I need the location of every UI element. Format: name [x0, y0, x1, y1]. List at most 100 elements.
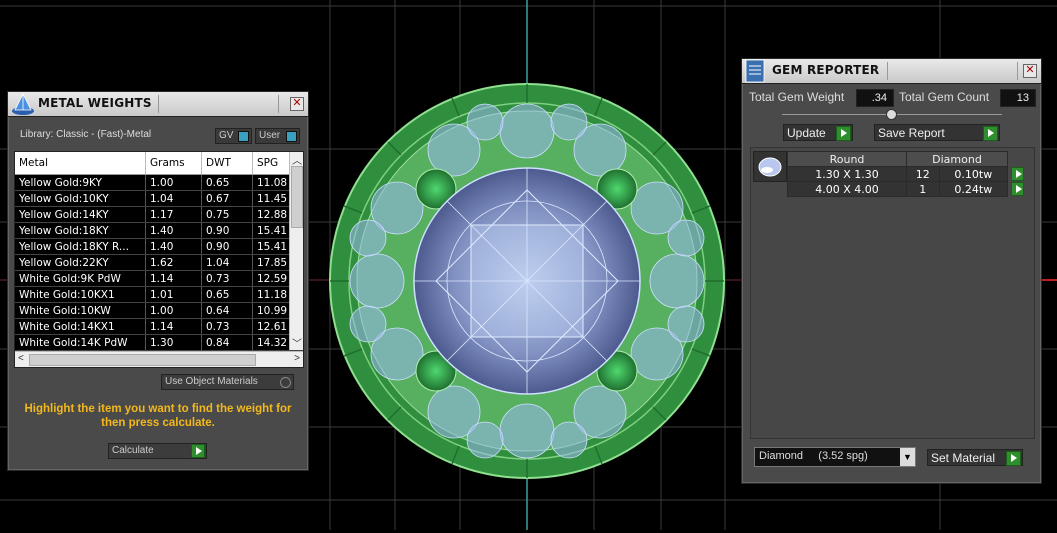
save-report-button[interactable]: Save Report: [874, 124, 1000, 141]
gem-row-action: [1008, 182, 1028, 197]
vertical-scroll-thumb[interactable]: [291, 166, 303, 228]
user-toggle-label: User: [259, 130, 281, 141]
metal-weights-hint: Highlight the item you want to find the …: [24, 403, 292, 429]
metal-table-header: Metal Grams DWT SPG: [15, 152, 303, 175]
table-row[interactable]: White Gold:10KW 1.00 0.64 10.99: [15, 302, 303, 319]
table-row[interactable]: Yellow Gold:18KY 1.40 0.90 15.41: [15, 222, 303, 239]
total-gem-weight-field: .34: [856, 89, 894, 107]
grams-cell: 1.30: [145, 334, 202, 351]
grams-cell: 1.04: [145, 190, 202, 207]
gem-material-select[interactable]: Diamond (3.52 spg) ▼: [754, 447, 916, 467]
total-gem-count-label: Total Gem Count: [899, 90, 990, 104]
dwt-cell: 0.65: [201, 174, 253, 191]
scroll-up-icon[interactable]: ︿: [292, 152, 302, 167]
play-icon: [191, 444, 205, 458]
use-object-materials-checkbox[interactable]: Use Object Materials: [161, 374, 294, 390]
metal-name-cell: Yellow Gold:9KY: [15, 174, 146, 191]
table-row[interactable]: Yellow Gold:22KY 1.62 1.04 17.85: [15, 254, 303, 271]
vertical-scrollbar[interactable]: ︿ ﹀: [289, 152, 303, 350]
gem-weight-cell: 0.24tw: [938, 181, 1009, 197]
set-material-button[interactable]: Set Material: [927, 449, 1023, 466]
metal-table: Metal Grams DWT SPG Yellow Gold:9KY 1.00 0…: [14, 151, 304, 368]
scroll-right-icon[interactable]: >: [294, 353, 300, 364]
column-header-grams[interactable]: Grams: [145, 152, 202, 175]
play-icon: [836, 126, 851, 141]
round-gem-thumbnail[interactable]: [753, 151, 787, 182]
library-label: Library: Classic - (Fast)-Metal: [20, 129, 152, 140]
metal-name-cell: Yellow Gold:18KY R...: [15, 238, 146, 255]
calculate-button[interactable]: Calculate: [108, 443, 207, 459]
dwt-cell: 0.64: [201, 302, 253, 319]
ring-model: [329, 83, 725, 479]
gv-toggle[interactable]: GV: [215, 128, 252, 144]
table-row[interactable]: Yellow Gold:10KY 1.04 0.67 11.45: [15, 190, 303, 207]
metal-weights-table: Metal Grams DWT SPG Yellow Gold:9KY 1.00 0…: [15, 152, 303, 351]
column-header-dwt[interactable]: DWT: [201, 152, 253, 175]
grams-cell: 1.01: [145, 286, 202, 303]
table-row[interactable]: Yellow Gold:9KY 1.00 0.65 11.08: [15, 174, 303, 191]
horizontal-scroll-thumb[interactable]: [29, 354, 256, 366]
metal-name-cell: Yellow Gold:22KY: [15, 254, 146, 271]
grams-cell: 1.00: [145, 302, 202, 319]
metal-name-cell: White Gold:14KX1: [15, 318, 146, 335]
chevron-down-icon[interactable]: ▼: [900, 448, 915, 466]
dwt-cell: 1.04: [201, 254, 253, 271]
column-header-metal[interactable]: Metal: [15, 152, 146, 175]
slider-knob[interactable]: [886, 109, 897, 120]
dwt-cell: 0.73: [201, 318, 253, 335]
table-row[interactable]: White Gold:10KX1 1.01 0.65 11.18: [15, 286, 303, 303]
play-icon[interactable]: [1011, 167, 1024, 181]
grams-cell: 1.00: [145, 174, 202, 191]
close-icon[interactable]: ✕: [290, 97, 304, 111]
table-row[interactable]: Yellow Gold:18KY R... 1.40 0.90 15.41: [15, 238, 303, 255]
horizontal-scrollbar[interactable]: < >: [15, 351, 303, 367]
slider[interactable]: [782, 109, 1002, 120]
scroll-left-icon[interactable]: <: [18, 353, 24, 364]
gem-size-cell: 1.30 X 1.30: [787, 166, 907, 182]
gem-row[interactable]: 1.30 X 1.30 12 0.10tw: [787, 166, 1028, 182]
dwt-cell: 0.84: [201, 334, 253, 351]
dwt-cell: 0.90: [201, 222, 253, 239]
play-icon: [983, 126, 998, 141]
gem-count-cell: 1: [906, 181, 940, 197]
gem-size-cell: 4.00 X 4.00: [787, 181, 907, 197]
dwt-cell: 0.73: [201, 270, 253, 287]
save-report-label: Save Report: [878, 126, 945, 140]
gem-material-value: Diamond (3.52 spg): [759, 450, 868, 462]
metal-name-cell: Yellow Gold:14KY: [15, 206, 146, 223]
play-icon[interactable]: [1011, 182, 1025, 196]
gv-toggle-label: GV: [219, 130, 234, 141]
set-material-label: Set Material: [931, 451, 996, 465]
dwt-cell: 0.67: [201, 190, 253, 207]
metal-weights-app-icon: [10, 92, 36, 119]
radio-icon: [280, 377, 291, 388]
table-row[interactable]: White Gold:14KX1 1.14 0.73 12.61: [15, 318, 303, 335]
metal-weights-panel: METAL WEIGHTS ✕ Library: Classic - (Fast…: [7, 91, 309, 471]
metal-name-cell: White Gold:14K PdW: [15, 334, 146, 351]
gem-row-action: [1008, 167, 1028, 182]
total-gem-count-field: 13: [1000, 89, 1036, 107]
grams-cell: 1.40: [145, 222, 202, 239]
metal-weights-title: METAL WEIGHTS: [38, 96, 152, 110]
metal-name-cell: White Gold:10KX1: [15, 286, 146, 303]
close-icon[interactable]: ✕: [1023, 64, 1037, 78]
gem-reporter-titlebar[interactable]: GEM REPORTER ✕: [742, 59, 1041, 84]
calculate-label: Calculate: [112, 445, 154, 456]
user-toggle[interactable]: User: [255, 128, 300, 144]
scroll-down-icon[interactable]: ﹀: [292, 335, 302, 350]
round-gem-icon: [758, 157, 782, 177]
table-row[interactable]: Yellow Gold:14KY 1.17 0.75 12.88: [15, 206, 303, 223]
table-row[interactable]: White Gold:14K PdW 1.30 0.84 14.32: [15, 334, 303, 351]
update-button[interactable]: Update: [783, 124, 853, 141]
gem-reporter-title: GEM REPORTER: [772, 63, 880, 77]
gem-shape-header: Round: [787, 151, 907, 167]
gem-row[interactable]: 4.00 X 4.00 1 0.24tw: [787, 181, 1028, 197]
dwt-cell: 0.65: [201, 286, 253, 303]
table-row[interactable]: White Gold:9K PdW 1.14 0.73 12.59: [15, 270, 303, 287]
play-icon: [1006, 451, 1021, 466]
metal-weights-titlebar[interactable]: METAL WEIGHTS ✕: [8, 92, 308, 117]
metal-name-cell: White Gold:9K PdW: [15, 270, 146, 287]
use-object-materials-label: Use Object Materials: [165, 376, 258, 387]
metal-name-cell: Yellow Gold:10KY: [15, 190, 146, 207]
grams-cell: 1.14: [145, 318, 202, 335]
